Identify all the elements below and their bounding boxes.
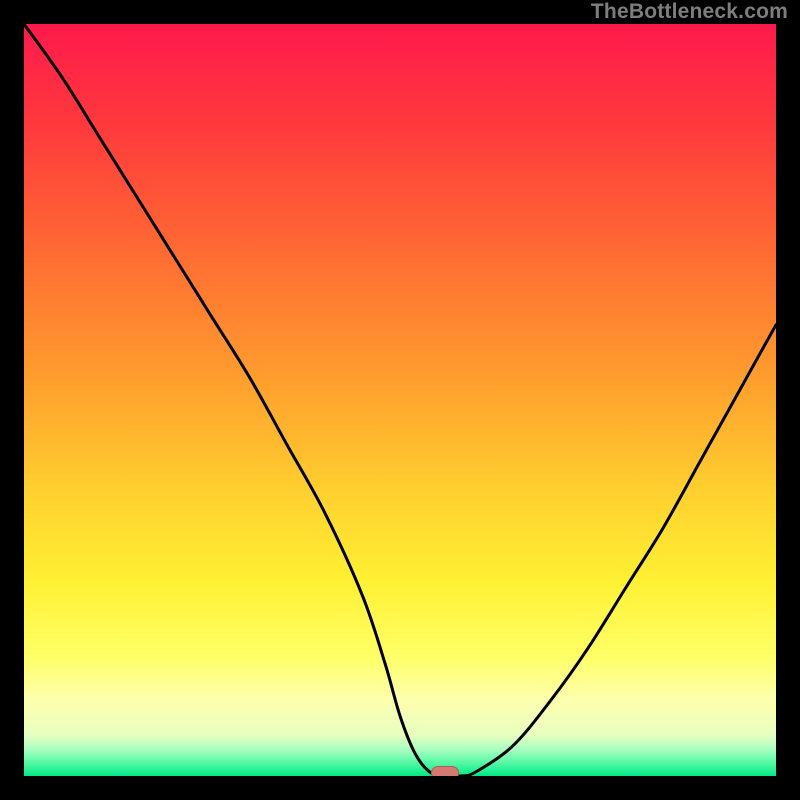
watermark-text: TheBottleneck.com (591, 0, 788, 24)
bottleneck-curve (24, 24, 776, 776)
optimal-marker (431, 766, 459, 776)
plot-area (24, 24, 776, 776)
chart-frame: TheBottleneck.com (0, 0, 800, 800)
